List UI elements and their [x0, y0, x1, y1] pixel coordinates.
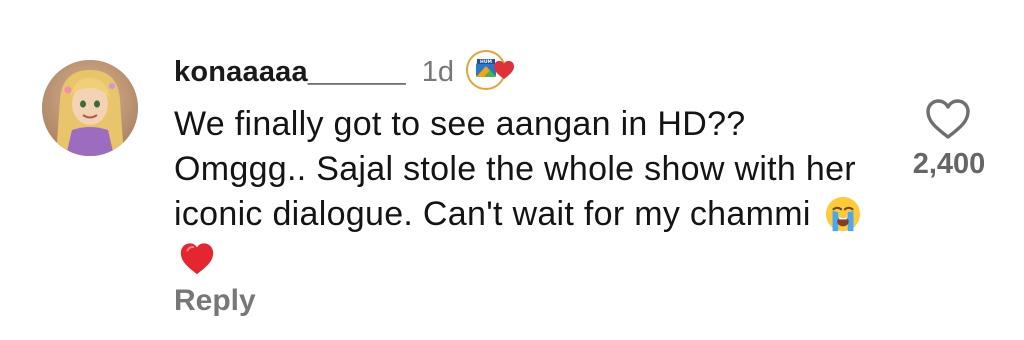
- comment-text: We finally got to see aangan in HD?? Omg…: [174, 102, 884, 282]
- loudly-crying-face-icon: [826, 196, 861, 232]
- timestamp: 1d: [421, 55, 455, 88]
- username[interactable]: konaaaaa______: [174, 56, 406, 89]
- like-count: 2,400: [912, 148, 986, 180]
- hum-tv-logo-icon: HUM: [466, 50, 515, 94]
- comment: konaaaaa______ 1d HUM We finally got to …: [0, 0, 1024, 340]
- red-heart-icon: [180, 243, 214, 275]
- badge-text: HUM: [480, 59, 492, 65]
- red-heart-icon: [494, 60, 515, 80]
- reply-button[interactable]: Reply: [174, 284, 256, 318]
- avatar-image: [42, 60, 138, 156]
- heart-outline-icon[interactable]: [924, 97, 972, 141]
- comment-header: konaaaaa______ 1d HUM: [174, 50, 515, 94]
- avatar[interactable]: [42, 60, 138, 156]
- comment-text-content: We finally got to see aangan in HD?? Omg…: [174, 105, 856, 233]
